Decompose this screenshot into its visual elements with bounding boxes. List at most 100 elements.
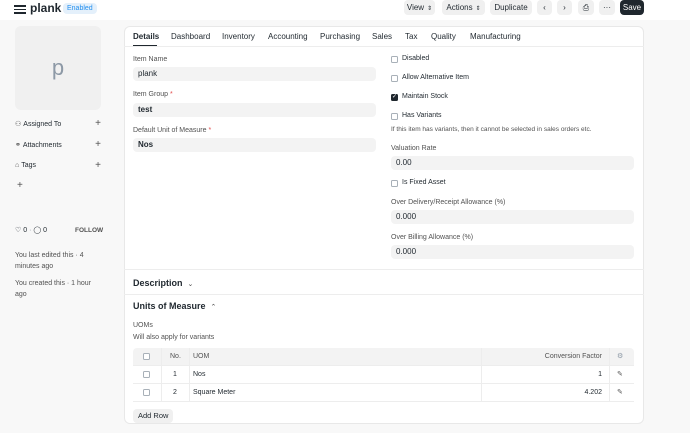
uom-section-title: Units of Measure — [133, 301, 206, 311]
tab-inventory[interactable]: Inventory — [222, 32, 255, 41]
uoms-label: UOMs — [133, 322, 153, 329]
sort-icon: ⇕ — [427, 6, 433, 12]
table-row[interactable]: 2 Square Meter 4.202 ✎ — [133, 384, 634, 402]
tab-accounting[interactable]: Accounting — [268, 32, 308, 41]
add-row-button[interactable]: Add Row — [133, 409, 174, 423]
allow-alternative-label: Allow Alternative Item — [402, 74, 469, 81]
tags-row[interactable]: ⌂ Tags + — [15, 160, 101, 174]
over-delivery-label: Over Delivery/Receipt Allowance (%) — [391, 199, 506, 206]
chevron-down-icon: ⌄ — [187, 281, 194, 288]
assign-icon: ⚇ — [15, 121, 22, 128]
tab-purchasing[interactable]: Purchasing — [320, 32, 360, 41]
avatar[interactable]: p — [15, 26, 101, 110]
header-conversion-factor: Conversion Factor — [544, 353, 602, 360]
likes-count: 0 — [23, 227, 28, 234]
required-marker: * — [208, 127, 212, 134]
comment-icon[interactable]: ◯ — [33, 227, 41, 234]
tab-tax[interactable]: Tax — [405, 32, 417, 41]
table-row[interactable]: 1 Nos 1 ✎ — [133, 366, 634, 384]
valuation-rate-label: Valuation Rate — [391, 145, 437, 152]
page-header: plank Enabled View ⇕ Actions ⇕ Duplicate ‹… — [0, 0, 690, 20]
uom-label-wrap: Default Unit of Measure * — [133, 127, 211, 134]
tab-quality[interactable]: Quality — [431, 32, 456, 41]
description-section-title: Description — [133, 278, 183, 288]
uom-section-header[interactable]: Units of Measure ⌃ — [133, 301, 216, 311]
menu-icon[interactable] — [14, 3, 26, 14]
previous-button[interactable]: ‹ — [537, 0, 552, 15]
assigned-to-row[interactable]: ⚇ Assigned To + — [15, 118, 101, 132]
row-uom[interactable]: Nos — [193, 366, 205, 384]
gear-icon[interactable]: ⚙ — [617, 348, 623, 366]
item-group-field[interactable]: test — [133, 103, 376, 117]
row-no: 1 — [173, 371, 177, 378]
uom-field[interactable]: Nos — [133, 138, 376, 152]
uoms-hint: Will also apply for variants — [133, 334, 215, 341]
disabled-checkbox[interactable] — [391, 56, 398, 63]
row-checkbox[interactable] — [143, 371, 150, 378]
printer-icon: ⎙ — [582, 3, 590, 12]
maintain-stock-checkbox[interactable]: ✓ — [391, 94, 398, 101]
tag-icon: ⌂ — [15, 162, 20, 169]
add-tag-icon[interactable]: + — [95, 160, 101, 171]
add-attachment-icon[interactable]: + — [95, 139, 101, 150]
sort-icon: ⇕ — [475, 6, 481, 12]
uom-label: Default Unit of Measure — [133, 127, 207, 134]
header-no: No. — [170, 353, 181, 360]
active-tab-indicator — [133, 45, 157, 46]
tab-details[interactable]: Details — [133, 32, 159, 41]
chevron-left-icon: ‹ — [543, 3, 546, 12]
has-variants-hint: If this item has variants, then it canno… — [391, 126, 592, 133]
view-button-label: View — [406, 3, 425, 12]
tab-sales[interactable]: Sales — [372, 32, 392, 41]
chevron-up-icon: ⌃ — [210, 304, 217, 311]
disabled-label: Disabled — [402, 55, 430, 62]
tab-manufacturing[interactable]: Manufacturing — [470, 32, 521, 41]
valuation-rate-field[interactable]: 0.00 — [391, 156, 634, 170]
follow-button[interactable]: FOLLOW — [75, 227, 103, 234]
more-button[interactable]: ··· — [599, 0, 615, 15]
row-checkbox[interactable] — [143, 389, 150, 396]
tags-label: Tags — [21, 162, 37, 169]
over-billing-label: Over Billing Allowance (%) — [391, 234, 474, 241]
save-button[interactable]: Save — [620, 0, 644, 15]
select-all-checkbox[interactable] — [143, 353, 150, 360]
comments-count: 0 — [43, 227, 48, 234]
attachment-icon: ⚭ — [15, 142, 21, 149]
item-name-field[interactable]: plank — [133, 67, 376, 81]
over-billing-field[interactable]: 0.000 — [391, 245, 634, 259]
add-icon[interactable]: + — [17, 180, 23, 191]
status-badge: Enabled — [63, 3, 97, 14]
description-section-header[interactable]: Description ⌄ — [133, 278, 193, 288]
has-variants-checkbox[interactable] — [391, 113, 398, 120]
tab-dashboard[interactable]: Dashboard — [171, 32, 210, 41]
assigned-to-label: Assigned To — [23, 121, 62, 128]
add-assign-icon[interactable]: + — [95, 118, 101, 129]
chevron-right-icon: › — [563, 3, 566, 12]
row-conversion-factor[interactable]: 4.202 — [584, 384, 602, 402]
allow-alternative-checkbox[interactable] — [391, 75, 398, 82]
page-title: plank — [30, 1, 62, 15]
has-variants-label: Has Variants — [402, 112, 442, 119]
social-row: ♡ 0 · ◯ 0 — [15, 227, 48, 234]
next-button[interactable]: › — [557, 0, 572, 15]
edit-icon[interactable]: ✎ — [617, 366, 623, 384]
ellipsis-icon: ··· — [603, 3, 611, 12]
actions-button[interactable]: Actions ⇕ — [442, 0, 485, 15]
edit-icon[interactable]: ✎ — [617, 384, 623, 402]
attachments-label: Attachments — [22, 142, 62, 149]
print-button[interactable]: ⎙ — [578, 0, 594, 15]
last-edited-text: You last edited this · 4 minutes ago — [15, 252, 84, 270]
item-group-label: Item Group — [133, 91, 169, 98]
heart-icon[interactable]: ♡ — [15, 227, 21, 234]
table-header: No. UOM Conversion Factor ⚙ — [133, 348, 634, 366]
check-icon: ✓ — [392, 94, 398, 100]
row-no: 2 — [173, 389, 177, 396]
view-button[interactable]: View ⇕ — [404, 0, 435, 15]
row-uom[interactable]: Square Meter — [193, 384, 235, 402]
over-delivery-field[interactable]: 0.000 — [391, 210, 634, 224]
actions-button-label: Actions — [446, 3, 473, 12]
row-conversion-factor[interactable]: 1 — [598, 366, 602, 384]
duplicate-button[interactable]: Duplicate — [490, 0, 532, 15]
attachments-row[interactable]: ⚭ Attachments + — [15, 139, 101, 153]
fixed-asset-checkbox[interactable] — [391, 180, 398, 187]
